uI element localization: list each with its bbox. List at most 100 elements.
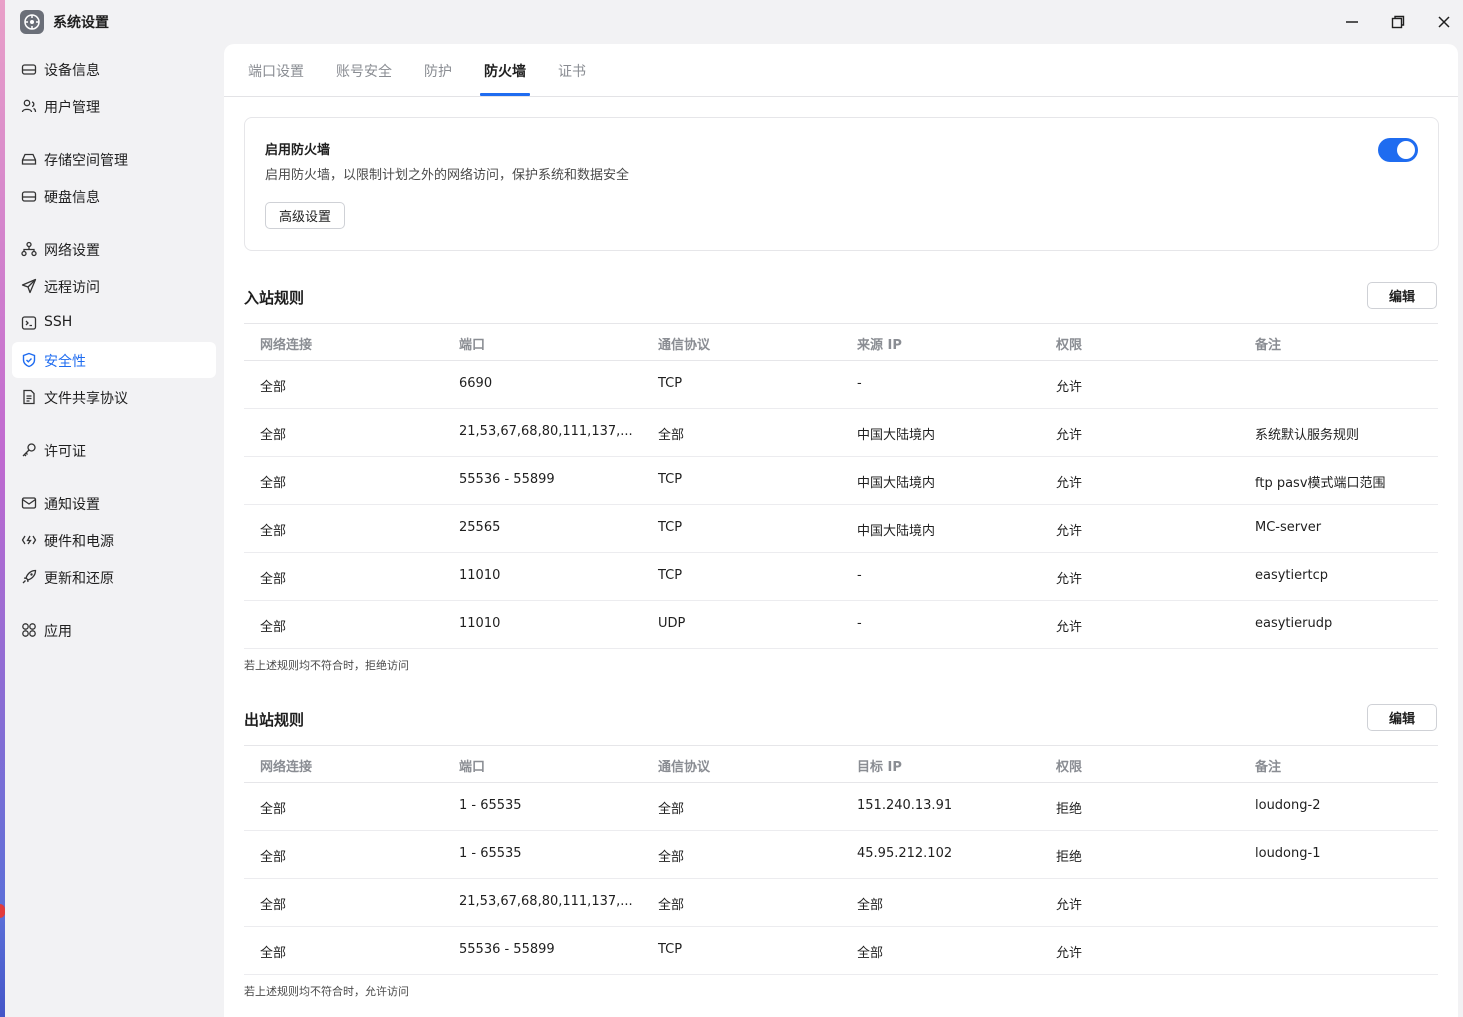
cell-protocol: TCP	[658, 376, 683, 391]
column-header: 权限	[1056, 760, 1083, 775]
table-row[interactable]: 全部 21,53,67,68,80,111,137,... 全部 全部 允许	[244, 879, 1438, 927]
table-row[interactable]: 全部 11010 TCP - 允许 easytiertcp	[244, 553, 1438, 601]
rocket-icon	[22, 569, 37, 584]
sidebar-item-apps[interactable]: 应用	[12, 612, 216, 648]
column-header: 通信协议	[658, 760, 711, 775]
close-icon	[1438, 16, 1450, 28]
tab-port-settings[interactable]: 端口设置	[248, 61, 304, 81]
terminal-icon	[21, 316, 37, 330]
cell-target-ip: 全部	[857, 898, 884, 913]
maximize-button[interactable]	[1386, 10, 1410, 34]
cell-permission: 允许	[1056, 476, 1083, 491]
minimize-button[interactable]	[1340, 10, 1364, 34]
cell-note: MC-server	[1255, 520, 1322, 535]
table-row[interactable]: 全部 25565 TCP 中国大陆境内 允许 MC-server	[244, 505, 1438, 553]
cell-protocol: 全部	[658, 850, 685, 865]
table-row[interactable]: 全部 11010 UDP - 允许 easytierudp	[244, 601, 1438, 649]
cell-permission: 允许	[1056, 898, 1083, 913]
cell-connection: 全部	[260, 620, 287, 635]
close-button[interactable]	[1432, 10, 1456, 34]
cell-protocol: TCP	[658, 568, 683, 583]
advanced-settings-button[interactable]: 高级设置	[265, 202, 345, 229]
cell-port: 55536 - 55899	[459, 942, 555, 957]
sidebar-item-storage[interactable]: 存储空间管理	[12, 141, 216, 177]
sidebar-item-remote-access[interactable]: 远程访问	[12, 268, 216, 304]
table-row[interactable]: 全部 21,53,67,68,80,111,137,... 全部 中国大陆境内 …	[244, 409, 1438, 457]
cell-target-ip: 45.95.212.102	[857, 846, 953, 861]
title-bar: 系统设置	[5, 0, 1463, 44]
window-title: 系统设置	[53, 15, 109, 31]
cell-source-ip: 中国大陆境内	[857, 524, 936, 539]
sidebar-item-notifications[interactable]: 通知设置	[12, 485, 216, 521]
column-header: 通信协议	[658, 338, 711, 353]
cell-source-ip: -	[857, 568, 862, 583]
sidebar-item-update-restore[interactable]: 更新和还原	[12, 559, 216, 595]
tab-firewall[interactable]: 防火墙	[484, 61, 526, 81]
firewall-toggle[interactable]	[1378, 138, 1418, 162]
cell-note: 系统默认服务规则	[1255, 428, 1360, 443]
network-icon	[21, 241, 37, 257]
firewall-title: 启用防火墙	[265, 143, 331, 158]
firewall-card: 启用防火墙 启用防火墙，以限制计划之外的网络访问，保护系统和数据安全 高级设置	[244, 117, 1439, 251]
cell-permission: 允许	[1056, 380, 1083, 395]
cell-source-ip: -	[857, 376, 862, 391]
inbound-rules-title: 入站规则	[244, 289, 305, 307]
cell-port: 11010	[459, 616, 501, 631]
cell-port: 11010	[459, 568, 501, 583]
cell-port: 21,53,67,68,80,111,137,...	[459, 424, 633, 439]
sidebar-item-network[interactable]: 网络设置	[12, 231, 216, 267]
firewall-description: 启用防火墙，以限制计划之外的网络访问，保护系统和数据安全	[265, 168, 630, 183]
sidebar-item-label: 更新和还原	[44, 571, 114, 587]
main-content: 端口设置 账号安全 防护 防火墙 证书 启用防火墙 启用防火墙，以限制计划之外的…	[224, 44, 1458, 1017]
table-row[interactable]: 全部 1 - 65535 全部 45.95.212.102 拒绝 loudong…	[244, 831, 1438, 879]
storage-icon	[21, 153, 37, 165]
sidebar-item-label: 许可证	[44, 444, 86, 460]
cell-connection: 全部	[260, 572, 287, 587]
tab-certificate[interactable]: 证书	[558, 61, 586, 81]
sidebar-item-label: SSH	[44, 314, 73, 330]
sidebar-item-users[interactable]: 用户管理	[12, 88, 216, 124]
sidebar-item-label: 硬盘信息	[44, 190, 100, 206]
cell-protocol: 全部	[658, 898, 685, 913]
sidebar-item-hardware-power[interactable]: 硬件和电源	[12, 522, 216, 558]
inbound-default-note: 若上述规则均不符合时，拒绝访问	[244, 659, 409, 672]
inbound-edit-button[interactable]: 编辑	[1367, 282, 1437, 309]
cell-port: 1 - 65535	[459, 798, 522, 813]
sidebar-item-disk-info[interactable]: 硬盘信息	[12, 178, 216, 214]
cell-note: loudong-2	[1255, 798, 1321, 813]
sidebar-item-label: 存储空间管理	[44, 153, 128, 169]
sidebar-item-license[interactable]: 许可证	[12, 432, 216, 468]
sidebar-item-label: 用户管理	[44, 100, 100, 116]
table-row[interactable]: 全部 55536 - 55899 TCP 全部 允许	[244, 927, 1438, 975]
table-row[interactable]: 全部 55536 - 55899 TCP 中国大陆境内 允许 ftp pasv模…	[244, 457, 1438, 505]
sidebar-item-ssh[interactable]: SSH	[12, 305, 216, 341]
outbound-edit-button[interactable]: 编辑	[1367, 704, 1437, 731]
outbound-rules-title: 出站规则	[244, 711, 305, 729]
cell-connection: 全部	[260, 946, 287, 961]
table-header: 网络连接 端口 通信协议 目标 IP 权限 备注	[244, 745, 1438, 783]
inbound-rules-table: 网络连接 端口 通信协议 来源 IP 权限 备注 全部 6690 TCP - 允…	[244, 323, 1438, 649]
cell-port: 6690	[459, 376, 493, 391]
key-icon	[22, 443, 36, 457]
cell-source-ip: 中国大陆境内	[857, 428, 936, 443]
tab-account-security[interactable]: 账号安全	[336, 61, 392, 81]
sidebar-item-label: 硬件和电源	[44, 534, 114, 550]
sidebar-item-security[interactable]: 安全性	[12, 342, 216, 378]
cell-connection: 全部	[260, 476, 287, 491]
cell-protocol: 全部	[658, 802, 685, 817]
cell-connection: 全部	[260, 524, 287, 539]
cell-connection: 全部	[260, 898, 287, 913]
users-icon	[21, 99, 37, 113]
tab-bar: 端口设置 账号安全 防护 防火墙 证书	[224, 44, 1458, 97]
sidebar-item-file-sharing[interactable]: 文件共享协议	[12, 379, 216, 415]
cell-protocol: TCP	[658, 942, 683, 957]
power-icon	[21, 535, 37, 545]
send-icon	[21, 278, 37, 294]
table-row[interactable]: 全部 6690 TCP - 允许	[244, 361, 1438, 409]
cell-protocol: TCP	[658, 472, 683, 487]
table-row[interactable]: 全部 1 - 65535 全部 151.240.13.91 拒绝 loudong…	[244, 783, 1438, 831]
sidebar-item-device-info[interactable]: 设备信息	[12, 51, 216, 87]
shield-icon	[22, 352, 36, 368]
cell-permission: 拒绝	[1056, 850, 1083, 865]
tab-protection[interactable]: 防护	[424, 61, 452, 81]
